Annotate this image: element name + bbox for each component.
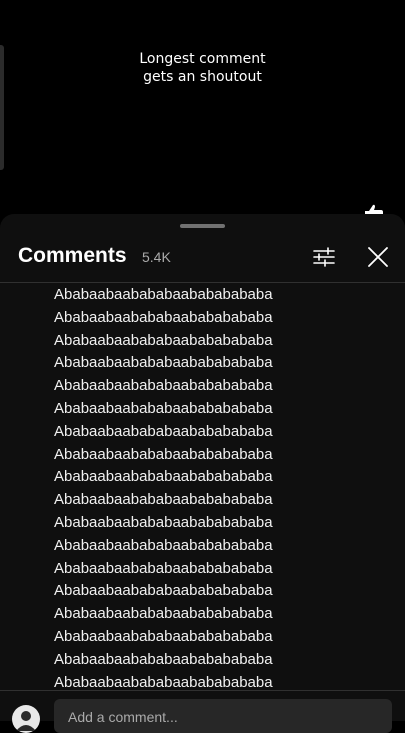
comment-line: Ababaabaabababaabababababa [54, 377, 273, 395]
person-icon [16, 711, 36, 731]
filter-button[interactable] [309, 242, 339, 272]
caption-line: gets an shoutout [143, 69, 262, 85]
comment-line: Ababaabaabababaabababababa [54, 627, 273, 645]
comments-count: 5.4K [142, 249, 171, 265]
comment-line: Ababaabaabababaabababababa [54, 422, 273, 440]
comment-line: Ababaabaabababaabababababa [54, 491, 273, 509]
close-icon [368, 247, 388, 267]
user-avatar[interactable] [12, 705, 40, 733]
comment-text: Ababaabaabababaabababababa Ababaabaababa… [54, 284, 384, 694]
tune-icon [313, 247, 335, 267]
add-comment-placeholder: Add a comment... [68, 709, 178, 725]
comment-line: Ababaabaabababaabababababa [54, 605, 273, 623]
close-button[interactable] [363, 242, 393, 272]
comment-line: Ababaabaabababaabababababa [54, 513, 273, 531]
comment-line: Ababaabaabababaabababababa [54, 650, 273, 668]
comment-line: Ababaabaabababaabababababa [54, 582, 273, 600]
comments-title: Comments [18, 244, 127, 267]
comment-line: Ababaabaabababaabababababa [54, 536, 273, 554]
comment-line: Ababaabaabababaabababababa [54, 331, 273, 349]
comment-line: Ababaabaabababaabababababa [54, 445, 273, 463]
comment-line: Ababaabaabababaabababababa [54, 286, 273, 303]
comment-line: Ababaabaabababaabababababa [54, 399, 273, 417]
drag-handle[interactable] [180, 224, 225, 228]
header-divider [0, 282, 405, 283]
video-player[interactable]: Longest comment gets an shoutout [0, 0, 405, 230]
comments-header: Comments 5.4K [0, 236, 405, 282]
caption-line: Longest comment [139, 51, 266, 67]
comment-line: Ababaabaabababaabababababa [54, 468, 273, 486]
comment-line: Ababaabaabababaabababababa [54, 308, 273, 326]
comment-composer: Add a comment... [0, 690, 405, 733]
video-caption: Longest comment gets an shoutout [0, 50, 405, 86]
add-comment-input[interactable]: Add a comment... [54, 699, 392, 733]
comment-line: Ababaabaabababaabababababa [54, 559, 273, 577]
comments-sheet: Comments 5.4K Ababaabaabababaabababababa… [0, 214, 405, 720]
comment-line: Ababaabaabababaabababababa [54, 354, 273, 372]
